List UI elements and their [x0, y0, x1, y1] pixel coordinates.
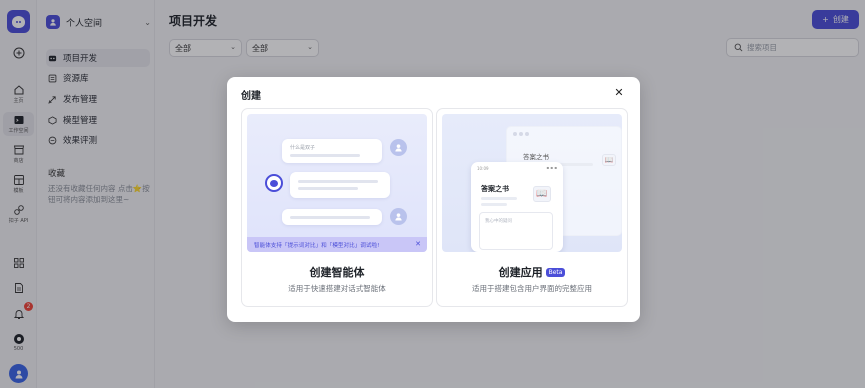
card-title-text: 创建应用 — [498, 266, 543, 279]
beta-badge: Beta — [545, 268, 566, 277]
book-icon: 📖 — [533, 186, 551, 202]
user-avatar-icon — [390, 208, 407, 225]
preview-question: 什么是双子 — [290, 145, 316, 151]
preview-phone: 10:09 ▪ ▪ ▪ 答案之书 📖 我心中的疑问 — [471, 162, 563, 252]
close-icon[interactable]: ✕ — [415, 240, 421, 248]
chat-bubble — [282, 209, 382, 225]
card-description: 适用于搭建包含用户界面的完整应用 — [472, 284, 592, 293]
tip-text: 智能体支持「提示词对比」和「模型对比」调试啦! — [254, 242, 380, 249]
chat-bubble: 什么是双子 — [282, 139, 382, 163]
bot-reply-bubble — [290, 172, 390, 198]
tip-banner: 智能体支持「提示词对比」和「模型对比」调试啦! ✕ — [247, 237, 427, 252]
app-preview-image: 答案之书 📖 10:09 ▪ ▪ ▪ 答案之书 📖 我心中的疑问 — [442, 114, 622, 252]
book-icon: 📖 — [602, 154, 616, 166]
preview-front-title: 答案之书 — [481, 185, 509, 193]
preview-input-box: 我心中的疑问 — [479, 212, 553, 250]
agent-preview-image: 什么是双子 智能体支持「提示词对比」和「模型对比」调试啦! ✕ — [247, 114, 427, 252]
create-modal: 创建 ✕ 什么是双子 智能体支持「提示词对比」和「模型对比」调试啦! ✕ 创建智… — [227, 77, 640, 322]
close-icon: ✕ — [614, 86, 624, 99]
create-agent-card[interactable]: 什么是双子 智能体支持「提示词对比」和「模型对比」调试啦! ✕ 创建智能体 适用… — [241, 108, 433, 307]
close-button[interactable]: ✕ — [613, 87, 625, 99]
preview-time: 10:09 — [477, 166, 489, 171]
card-title: 创建应用 Beta — [437, 264, 627, 280]
bot-avatar-icon — [265, 174, 283, 192]
card-description: 适用于快速搭建对话式智能体 — [288, 284, 386, 293]
user-avatar-icon — [390, 139, 407, 156]
modal-title: 创建 — [241, 91, 261, 102]
preview-input-text: 我心中的疑问 — [485, 219, 512, 224]
preview-back-title: 答案之书 — [523, 153, 549, 161]
status-icons: ▪ ▪ ▪ — [546, 165, 557, 170]
card-title: 创建智能体 — [309, 266, 365, 279]
create-app-card[interactable]: 答案之书 📖 10:09 ▪ ▪ ▪ 答案之书 📖 我心中的疑问 创建应用 Bet… — [436, 108, 628, 307]
